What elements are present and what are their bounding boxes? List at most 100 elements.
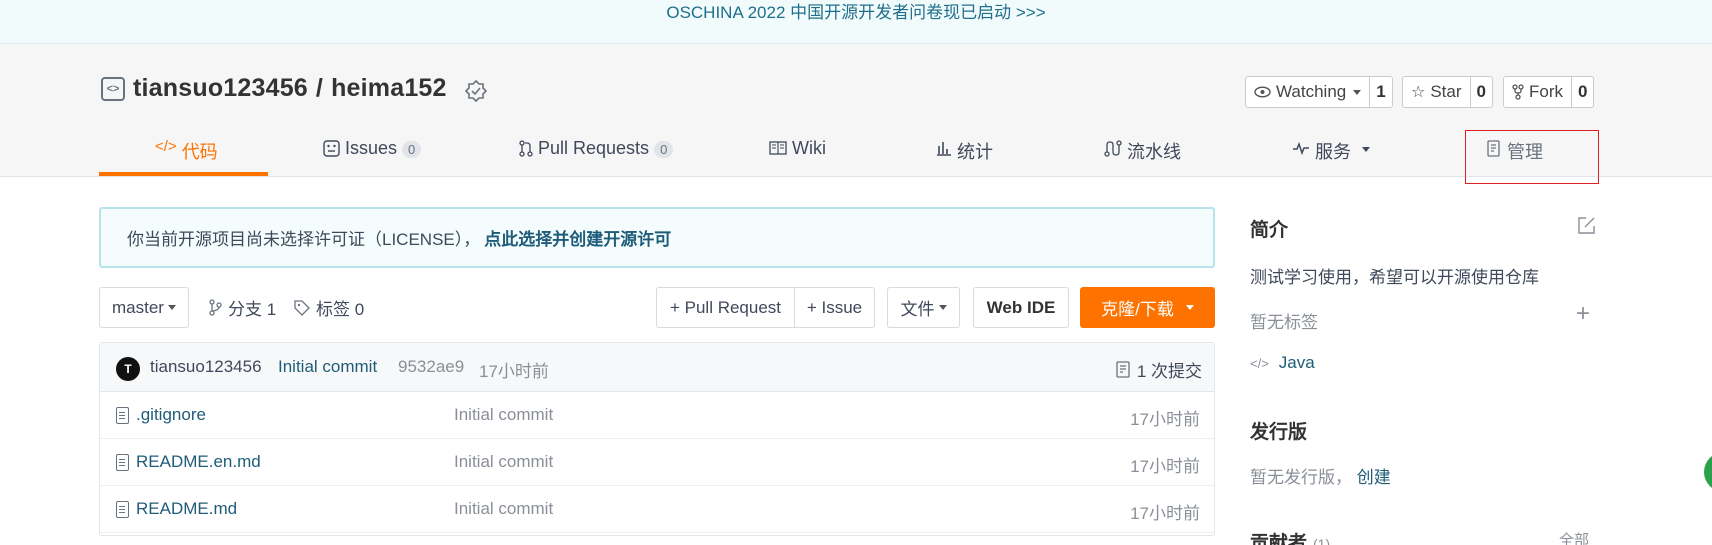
code-repo-icon: <> xyxy=(101,76,125,101)
edit-icon[interactable] xyxy=(1577,216,1596,235)
repo-description: 测试学习使用，希望可以开源使用仓库 xyxy=(1250,268,1539,287)
code-icon: </> xyxy=(155,138,177,155)
tab-services[interactable]: 服务 xyxy=(1292,130,1370,176)
fork-button-group[interactable]: Fork 0 xyxy=(1503,76,1595,108)
tab-code[interactable]: </> 代码 xyxy=(155,130,218,176)
watch-label: Watching xyxy=(1276,82,1347,101)
fork-count[interactable]: 0 xyxy=(1572,77,1593,107)
add-tag-icon[interactable]: + xyxy=(1576,302,1590,326)
chevron-down-icon xyxy=(1362,147,1370,152)
branches-label: 分支 1 xyxy=(228,300,277,319)
tab-stats-label: 统计 xyxy=(957,142,993,162)
tab-issues[interactable]: Issues 0 xyxy=(323,130,422,176)
tab-pull-requests[interactable]: Pull Requests 0 xyxy=(519,130,674,176)
contributors-title: 贡献者 xyxy=(1250,533,1308,545)
file-row[interactable]: .gitignore Initial commit 17小时前 xyxy=(100,392,1214,439)
branch-select-label: master xyxy=(112,297,164,317)
file-commit-time: 17小时前 xyxy=(1130,504,1200,523)
star-button-group[interactable]: ☆ Star 0 xyxy=(1402,76,1493,108)
star-count[interactable]: 0 xyxy=(1471,77,1492,107)
repo-name-link[interactable]: heima152 xyxy=(331,74,447,103)
tab-pipeline[interactable]: 流水线 xyxy=(1104,130,1181,176)
contributors-count: (1) xyxy=(1313,536,1331,545)
pull-requests-count-badge: 0 xyxy=(654,141,674,158)
file-link[interactable]: .gitignore xyxy=(116,405,206,425)
branch-select[interactable]: master xyxy=(99,287,189,328)
commit-message-link[interactable]: Initial commit xyxy=(278,357,377,377)
branches-link[interactable]: 分支 1 xyxy=(209,287,276,328)
create-release-link[interactable]: 创建 xyxy=(1357,468,1391,487)
star-button[interactable]: ☆ Star xyxy=(1403,77,1471,107)
language-link[interactable]: Java xyxy=(1279,353,1315,373)
repo-tabs: </> 代码 Issues 0 Pull Requests 0 Wiki 统计 … xyxy=(0,130,1712,176)
fork-label: Fork xyxy=(1529,82,1563,101)
commit-count-link[interactable]: 1 次提交 xyxy=(1116,357,1202,382)
contributors-heading: 贡献者 (1) xyxy=(1250,528,1330,545)
new-issue-label: + Issue xyxy=(806,297,863,317)
file-commit-time: 17小时前 xyxy=(1130,457,1200,476)
book-icon xyxy=(769,141,787,155)
commit-author-link[interactable]: tiansuo123456 xyxy=(150,357,262,377)
commit-hash-link[interactable]: 9532ae9 xyxy=(398,357,464,377)
intro-heading: 简介 xyxy=(1250,220,1289,241)
clone-download-label: 克隆/下载 xyxy=(1101,300,1174,319)
bar-chart-icon xyxy=(937,142,951,156)
file-row[interactable]: README.en.md Initial commit 17小时前 xyxy=(100,439,1214,486)
branch-icon xyxy=(209,299,222,316)
pull-request-icon xyxy=(519,140,533,157)
no-tags-label: 暂无标签 xyxy=(1250,313,1318,332)
file-commit-message[interactable]: Initial commit xyxy=(454,405,553,425)
tab-issues-label: Issues xyxy=(345,138,398,158)
file-commit-time: 17小时前 xyxy=(1130,410,1200,429)
new-issue-button[interactable]: + Issue xyxy=(794,287,875,328)
web-ide-button[interactable]: Web IDE xyxy=(973,287,1069,328)
floating-help-button[interactable] xyxy=(1704,452,1712,492)
chevron-down-icon xyxy=(938,305,947,310)
file-menu-button[interactable]: 文件 xyxy=(887,287,960,328)
star-icon: ☆ xyxy=(1411,84,1426,101)
badge-icon[interactable] xyxy=(464,79,488,103)
announcement-banner[interactable]: OSCHINA 2022 中国开源开发者问卷现已启动 >>> xyxy=(0,0,1712,44)
new-pull-request-button[interactable]: + Pull Request xyxy=(656,287,795,328)
license-notice: 你当前开源项目尚未选择许可证（LICENSE）， 点此选择并创建开源许可 xyxy=(99,207,1215,268)
file-row[interactable]: README.md Initial commit 17小时前 xyxy=(100,486,1214,533)
watch-button[interactable]: Watching xyxy=(1246,77,1371,107)
eye-icon xyxy=(1254,86,1271,98)
all-contributors-link[interactable]: 全部 xyxy=(1559,529,1589,545)
file-commit-message[interactable]: Initial commit xyxy=(454,452,553,472)
tags-link[interactable]: 标签 0 xyxy=(294,287,364,328)
file-name: README.en.md xyxy=(136,452,261,471)
file-commit-message[interactable]: Initial commit xyxy=(454,499,553,519)
web-ide-label: Web IDE xyxy=(986,297,1056,317)
fork-button[interactable]: Fork xyxy=(1504,77,1572,107)
watch-button-group[interactable]: Watching 1 xyxy=(1245,76,1393,108)
file-icon xyxy=(116,500,129,518)
banner-link[interactable]: OSCHINA 2022 中国开源开发者问卷现已启动 >>> xyxy=(666,3,1045,22)
latest-commit-row: T tiansuo123456 Initial commit 9532ae9 1… xyxy=(100,343,1214,392)
watch-count[interactable]: 1 xyxy=(1370,77,1391,107)
issues-count-badge: 0 xyxy=(402,141,422,158)
clone-download-button[interactable]: 克隆/下载 xyxy=(1080,287,1215,328)
commit-time: 17小时前 xyxy=(479,362,549,381)
tab-pipeline-label: 流水线 xyxy=(1127,142,1181,162)
file-icon xyxy=(116,406,129,424)
new-pull-request-label: + Pull Request xyxy=(669,297,782,317)
code-icon: </> xyxy=(1250,355,1269,371)
pulse-icon xyxy=(1293,141,1309,155)
file-name: README.md xyxy=(136,499,238,518)
create-license-link[interactable]: 点此选择并创建开源许可 xyxy=(484,230,671,249)
tab-code-label: 代码 xyxy=(181,142,218,162)
issues-icon xyxy=(323,140,340,157)
file-icon xyxy=(116,453,129,471)
tab-stats[interactable]: 统计 xyxy=(936,130,993,176)
manage-highlight-box xyxy=(1465,130,1599,184)
chevron-down-icon xyxy=(1185,305,1194,310)
avatar[interactable]: T xyxy=(116,357,140,381)
tab-wiki[interactable]: Wiki xyxy=(769,130,826,176)
file-link[interactable]: README.en.md xyxy=(116,452,261,472)
file-link[interactable]: README.md xyxy=(116,499,237,519)
release-heading: 发行版 xyxy=(1250,422,1308,443)
repo-owner-link[interactable]: tiansuo123456 xyxy=(133,74,308,103)
tag-icon xyxy=(294,299,310,316)
tab-wiki-label: Wiki xyxy=(792,138,826,158)
